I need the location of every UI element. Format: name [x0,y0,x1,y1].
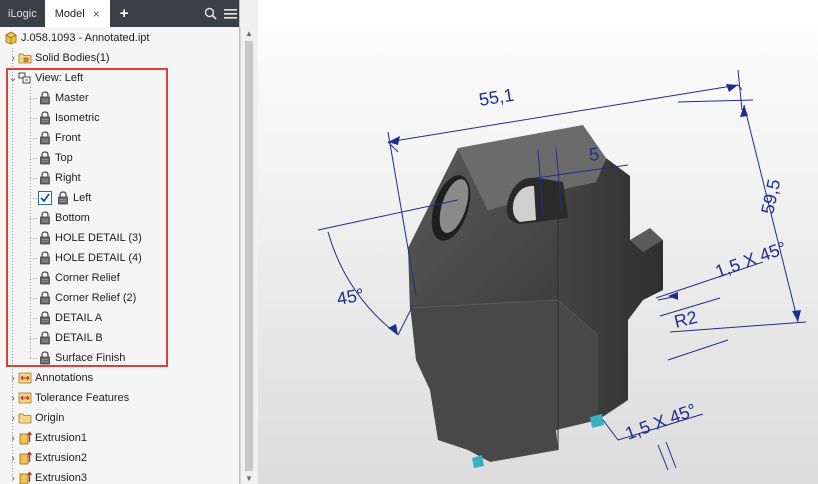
part-body [408,125,663,468]
tolerance-folder-icon [18,391,32,405]
extrusion-icon [18,431,32,445]
scroll-down-arrow-icon[interactable]: ▼ [241,472,257,484]
search-icon[interactable] [200,0,220,27]
solid-bodies-folder-icon [18,51,32,65]
chevron-right-icon[interactable]: › [8,413,18,424]
extrusion-icon [18,471,32,484]
tree-item-extrusion2[interactable]: › Extrusion2 [8,448,239,468]
extrusion-icon [18,451,32,465]
dimension-chamfer-top-label[interactable]: 1,5 X 45° [713,238,790,282]
scroll-up-arrow-icon[interactable]: ▲ [241,27,257,39]
chevron-right-icon[interactable]: › [8,453,18,464]
plus-icon: + [119,5,129,22]
part-lower-face [410,300,598,462]
folder-icon [18,411,32,425]
tab-model-label: Model [54,7,85,20]
annotated-part-model: 55,1 5 59,5 1,5 X 45° 45° R2 1,5 X 45° [317,69,807,471]
hamburger-menu-icon[interactable] [220,0,239,27]
tab-ilogic-label: iLogic [8,7,37,20]
chevron-right-icon[interactable]: › [8,433,18,444]
scrollbar-thumb[interactable] [245,41,253,471]
tree-item-label: Tolerance Features [35,392,130,404]
chevron-right-icon[interactable]: › [8,393,18,404]
dimension-offset-label[interactable]: 5 [588,144,601,165]
chevron-right-icon[interactable]: › [8,53,18,64]
part-icon [4,31,18,45]
tree-item-label: Origin [35,412,65,424]
tree-item-label: Extrusion2 [35,452,87,464]
graphics-viewport[interactable]: 55,1 5 59,5 1,5 X 45° 45° R2 1,5 X 45° [258,0,818,484]
tree-item-tolerance-features[interactable]: › Tolerance Features [8,388,239,408]
tree-item-label: Solid Bodies(1) [35,52,110,64]
browser-tab-bar: iLogic Model × + [0,0,239,27]
tab-model[interactable]: Model × [44,0,110,27]
browser-scrollbar[interactable]: ▲ ▼ [240,27,257,484]
close-tab-icon[interactable]: × [93,7,100,21]
chevron-right-icon[interactable]: › [8,373,18,384]
tree-root[interactable]: J.058.1093 - Annotated.ipt [4,28,239,48]
view-highlight-frame [6,68,168,367]
tree-item-origin[interactable]: › Origin [8,408,239,428]
tree-root-label: J.058.1093 - Annotated.ipt [21,32,150,44]
dimension-height-label[interactable]: 59,5 [757,177,784,215]
part-accent [472,455,484,468]
dimension-angle-label[interactable]: 45° [335,285,365,309]
dimension-chamfer-bottom-label[interactable]: 1,5 X 45° [623,400,700,444]
tree-item-extrusion1[interactable]: › Extrusion1 [8,428,239,448]
tree-item-annotations[interactable]: › Annotations [8,368,239,388]
annotations-folder-icon [18,371,32,385]
tab-ilogic[interactable]: iLogic [0,0,45,27]
tree-item-solid-bodies[interactable]: › Solid Bodies(1) [8,48,239,68]
model-browser-panel: iLogic Model × + J.058.1093 - Annotated.… [0,0,240,484]
chevron-right-icon[interactable]: › [8,473,18,484]
tree-item-label: Annotations [35,372,94,384]
dimension-radius-label[interactable]: R2 [672,307,699,332]
dimension-width-label[interactable]: 55,1 [477,85,515,110]
add-tab-button[interactable]: + [110,0,137,27]
tree-item-extrusion3[interactable]: › Extrusion3 [8,468,239,484]
tree-item-label: Extrusion1 [35,432,87,444]
tree-item-label: Extrusion3 [35,472,87,484]
